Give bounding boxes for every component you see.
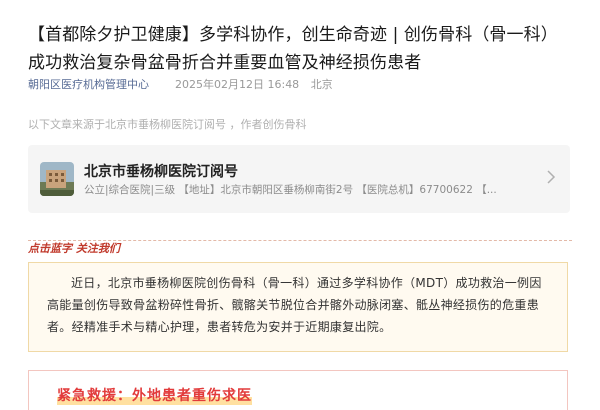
- section-heading: 紧急救援：外地患者重伤求医: [57, 385, 252, 405]
- source-account-link[interactable]: 朝阳区医疗机构管理中心: [28, 78, 149, 91]
- intro-box: 近日，北京市垂杨柳医院创伤骨科（骨一科）通过多学科协作（MDT）成功救治一例因高…: [28, 262, 568, 352]
- article-meta: 朝阳区医疗机构管理中心 2025年02月12日 16:48 北京: [28, 76, 333, 92]
- publish-location: 北京: [310, 78, 333, 91]
- publish-time: 2025年02月12日 16:48: [175, 78, 300, 91]
- account-description: 公立|综合医院|三级 【地址】北京市朝阳区垂杨柳南街2号 【医院总机】67700…: [84, 184, 497, 196]
- chevron-right-icon: [544, 169, 558, 187]
- source-note: 以下文章来源于北京市垂杨柳医院订阅号 ，作者创伤骨科: [28, 118, 307, 131]
- account-card[interactable]: 北京市垂杨柳医院订阅号 公立|综合医院|三级 【地址】北京市朝阳区垂杨柳南街2号…: [28, 145, 570, 213]
- hospital-building-photo-icon: [40, 162, 74, 196]
- section-box: 紧急救援：外地患者重伤求医: [28, 370, 568, 410]
- intro-paragraph: 近日，北京市垂杨柳医院创伤骨科（骨一科）通过多学科协作（MDT）成功救治一例因高…: [47, 276, 542, 334]
- article-title: 【首都除夕护卫健康】多学科协作，创生命奇迹 | 创伤骨科（骨一科）成功救治复杂骨…: [28, 25, 558, 74]
- account-name: 北京市垂杨柳医院订阅号: [84, 164, 238, 180]
- follow-us-link[interactable]: 点击蓝字 关注我们: [28, 240, 120, 256]
